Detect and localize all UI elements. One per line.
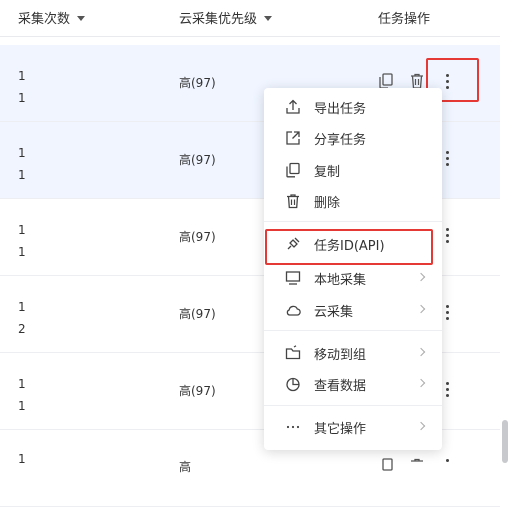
cloud-icon: [286, 305, 301, 316]
count-value: 1: [18, 91, 26, 105]
more-actions-icon[interactable]: [443, 456, 453, 476]
priority-cell: 高(97): [179, 153, 216, 167]
count-value: 1: [18, 399, 26, 413]
more-actions-icon[interactable]: [443, 379, 453, 399]
col-header-priority-label: 云采集优先级: [179, 12, 258, 27]
trash-icon: [287, 194, 299, 209]
count-value: 1: [18, 245, 26, 259]
folder-move-icon: [285, 345, 301, 360]
task-actions-menu: 导出任务 分享任务 复制 删除 任务ID(API) 本地采集 云采集 移动到组 …: [264, 88, 442, 450]
menu-item-label: 本地采集: [314, 273, 367, 288]
menu-item-label: 复制: [314, 165, 341, 180]
chevron-right-icon: [416, 272, 426, 282]
copy-icon[interactable]: [379, 73, 393, 89]
priority-cell: 高(97): [179, 384, 216, 398]
highlight-box-task-id: [265, 229, 433, 265]
menu-item-label: 删除: [314, 196, 341, 211]
sort-caret-icon[interactable]: [77, 16, 86, 21]
menu-item-move-to-group[interactable]: 移动到组: [264, 338, 442, 368]
priority-cell: 高(97): [179, 307, 216, 321]
menu-item-view-data[interactable]: 查看数据: [264, 369, 442, 399]
menu-item-copy[interactable]: 复制: [264, 155, 442, 185]
more-actions-icon[interactable]: [443, 302, 453, 322]
share-icon: [286, 131, 300, 145]
chevron-right-icon: [416, 347, 426, 357]
collect-count-cell: 1 1: [18, 65, 26, 109]
count-value: 1: [18, 69, 26, 83]
menu-divider: [264, 405, 442, 406]
count-value: 1: [18, 168, 26, 182]
count-value: 1: [18, 377, 26, 391]
count-value: 1: [18, 223, 26, 237]
more-actions-icon[interactable]: [443, 148, 453, 168]
scrollbar-thumb[interactable]: [502, 420, 508, 463]
pie-chart-icon: [286, 377, 300, 392]
collect-count-cell: 1 1: [18, 219, 26, 263]
col-header-priority[interactable]: 云采集优先级: [179, 8, 273, 27]
more-actions-icon[interactable]: [443, 225, 453, 245]
collect-count-cell: 1: [18, 448, 26, 470]
menu-item-label: 云采集: [314, 305, 354, 320]
trash-icon[interactable]: [410, 73, 424, 89]
priority-cell: 高(97): [179, 76, 216, 90]
menu-item-label: 其它操作: [314, 422, 367, 437]
collect-count-cell: 1 1: [18, 373, 26, 417]
copy-icon: [286, 162, 300, 178]
menu-item-other-ops[interactable]: 其它操作: [264, 412, 442, 442]
count-value: 2: [18, 322, 26, 336]
chevron-right-icon: [416, 304, 426, 314]
count-value: 1: [18, 300, 26, 314]
menu-item-export[interactable]: 导出任务: [264, 92, 442, 122]
menu-item-label: 查看数据: [314, 379, 367, 394]
trash-icon[interactable]: [410, 458, 424, 474]
menu-item-share[interactable]: 分享任务: [264, 123, 442, 153]
col-header-count-label: 采集次数: [18, 12, 71, 27]
col-header-ops: 任务操作: [378, 8, 430, 27]
menu-item-label: 移动到组: [314, 348, 367, 363]
menu-item-delete[interactable]: 删除: [264, 186, 442, 216]
menu-item-local-collect[interactable]: 本地采集: [264, 263, 442, 293]
priority-cell: 高(97): [179, 230, 216, 244]
menu-item-label: 分享任务: [314, 133, 367, 148]
ellipsis-icon: [286, 425, 300, 429]
menu-divider: [264, 221, 442, 222]
table-header: 采集次数 云采集优先级 任务操作: [0, 0, 509, 37]
collect-count-cell: 1 2: [18, 296, 26, 340]
count-value: 1: [18, 452, 26, 466]
sort-caret-icon[interactable]: [264, 16, 273, 21]
col-header-count[interactable]: 采集次数: [18, 8, 86, 27]
menu-item-cloud-collect[interactable]: 云采集: [264, 295, 442, 325]
chevron-right-icon: [416, 421, 426, 431]
monitor-icon: [285, 271, 301, 285]
count-value: 1: [18, 146, 26, 160]
chevron-right-icon: [416, 378, 426, 388]
export-icon: [286, 99, 300, 114]
priority-cell: 高: [179, 460, 192, 474]
scrollbar-track[interactable]: [500, 36, 509, 463]
col-header-ops-label: 任务操作: [378, 12, 431, 27]
menu-item-label: 导出任务: [314, 102, 367, 117]
copy-icon[interactable]: [379, 458, 393, 474]
menu-divider: [264, 330, 442, 331]
collect-count-cell: 1 1: [18, 142, 26, 186]
